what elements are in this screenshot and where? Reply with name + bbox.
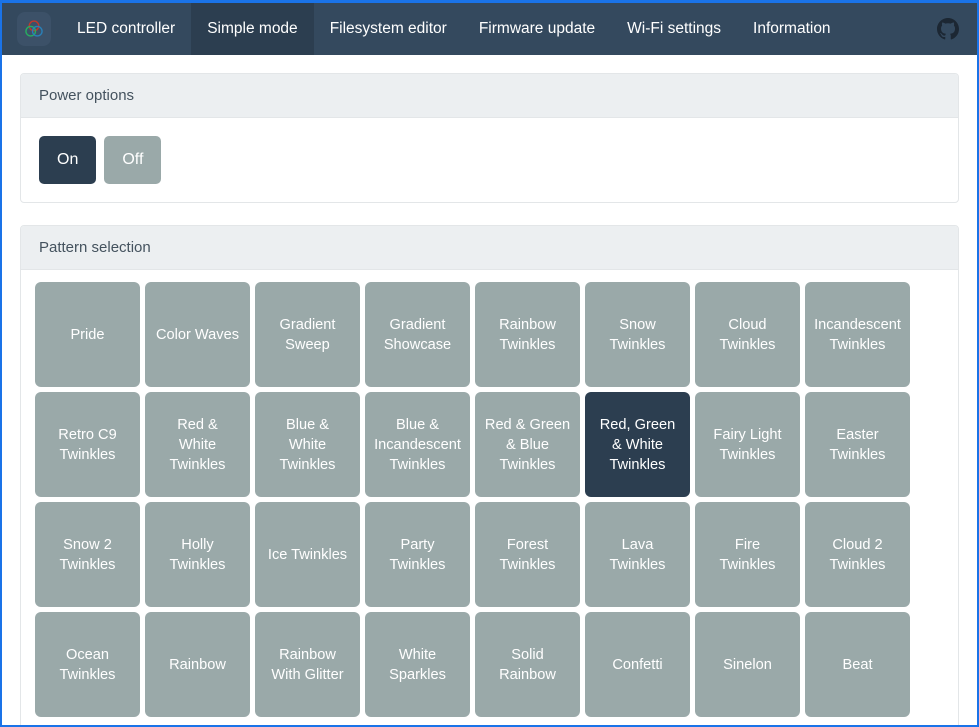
pattern-button[interactable]: Gradient Showcase (365, 282, 470, 387)
pattern-button[interactable]: Lava Twinkles (585, 502, 690, 607)
pattern-button-selected[interactable]: Red, Green & White Twinkles (585, 392, 690, 497)
pattern-button[interactable]: Beat (805, 612, 910, 717)
pattern-button[interactable]: Confetti (585, 612, 690, 717)
rgb-venn-logo-icon (16, 12, 51, 46)
pattern-button[interactable]: Pride (35, 282, 140, 387)
nav-item-label: LED controller (77, 20, 176, 37)
top-navbar: LED controller Simple mode Filesystem ed… (2, 0, 977, 55)
nav-item-label: Information (753, 20, 831, 37)
github-icon[interactable] (937, 18, 959, 40)
pattern-button[interactable]: Incandescent Twinkles (805, 282, 910, 387)
nav-item-led-controller[interactable]: LED controller (61, 3, 191, 55)
pattern-button[interactable]: Ice Twinkles (255, 502, 360, 607)
pattern-button[interactable]: Retro C9 Twinkles (35, 392, 140, 497)
nav-item-label: Filesystem editor (329, 20, 447, 37)
nav-item-wifi-settings[interactable]: Wi-Fi settings (611, 3, 737, 55)
pattern-button[interactable]: White Sparkles (365, 612, 470, 717)
pattern-button[interactable]: Ocean Twinkles (35, 612, 140, 717)
power-options-card: Power options On Off (20, 73, 959, 203)
power-options-body: On Off (21, 118, 958, 202)
pattern-button[interactable]: Easter Twinkles (805, 392, 910, 497)
brand-logo[interactable] (6, 3, 61, 55)
power-on-button[interactable]: On (39, 136, 97, 184)
pattern-button[interactable]: Fairy Light Twinkles (695, 392, 800, 497)
pattern-button[interactable]: Blue & White Twinkles (255, 392, 360, 497)
pattern-selection-body: Pride Color Waves Gradient Sweep Gradient S… (21, 270, 958, 725)
power-buttons-row: On Off (39, 136, 940, 184)
page-root: LED controller Simple mode Filesystem ed… (0, 0, 979, 727)
pattern-button[interactable]: Holly Twinkles (145, 502, 250, 607)
pattern-button[interactable]: Gradient Sweep (255, 282, 360, 387)
pattern-button[interactable]: Sinelon (695, 612, 800, 717)
nav-item-label: Wi-Fi settings (627, 20, 722, 37)
nav-item-firmware-update[interactable]: Firmware update (463, 3, 611, 55)
main-content: Power options On Off Pattern selection P… (2, 55, 977, 725)
pattern-button[interactable]: Cloud Twinkles (695, 282, 800, 387)
pattern-button[interactable]: Fire Twinkles (695, 502, 800, 607)
pattern-button[interactable]: Cloud 2 Twinkles (805, 502, 910, 607)
nav-item-simple-mode[interactable]: Simple mode (191, 3, 314, 55)
pattern-button[interactable]: Red & Green & Blue Twinkles (475, 392, 580, 497)
pattern-button[interactable]: Blue & Incandescent Twinkles (365, 392, 470, 497)
pattern-button[interactable]: Rainbow (145, 612, 250, 717)
pattern-button[interactable]: Snow Twinkles (585, 282, 690, 387)
pattern-button[interactable]: Rainbow With Glitter (255, 612, 360, 717)
pattern-selection-card: Pattern selection Pride Color Waves Gradie… (20, 225, 959, 725)
power-options-title: Power options (39, 87, 135, 104)
power-options-header: Power options (21, 74, 958, 118)
pattern-selection-title: Pattern selection (39, 239, 151, 256)
nav-items: LED controller Simple mode Filesystem ed… (61, 3, 937, 55)
pattern-button[interactable]: Rainbow Twinkles (475, 282, 580, 387)
pattern-button[interactable]: Solid Rainbow (475, 612, 580, 717)
pattern-button[interactable]: Forest Twinkles (475, 502, 580, 607)
nav-item-information[interactable]: Information (737, 3, 847, 55)
pattern-button[interactable]: Party Twinkles (365, 502, 470, 607)
nav-right-area (937, 3, 977, 55)
power-off-button[interactable]: Off (104, 136, 162, 184)
nav-item-label: Firmware update (478, 20, 596, 37)
pattern-grid: Pride Color Waves Gradient Sweep Gradient S… (35, 282, 944, 717)
pattern-button[interactable]: Snow 2 Twinkles (35, 502, 140, 607)
pattern-button[interactable]: Red & White Twinkles (145, 392, 250, 497)
nav-item-filesystem-editor[interactable]: Filesystem editor (314, 3, 463, 55)
pattern-selection-header: Pattern selection (21, 226, 958, 270)
nav-item-label: Simple mode (207, 20, 298, 37)
pattern-button[interactable]: Color Waves (145, 282, 250, 387)
